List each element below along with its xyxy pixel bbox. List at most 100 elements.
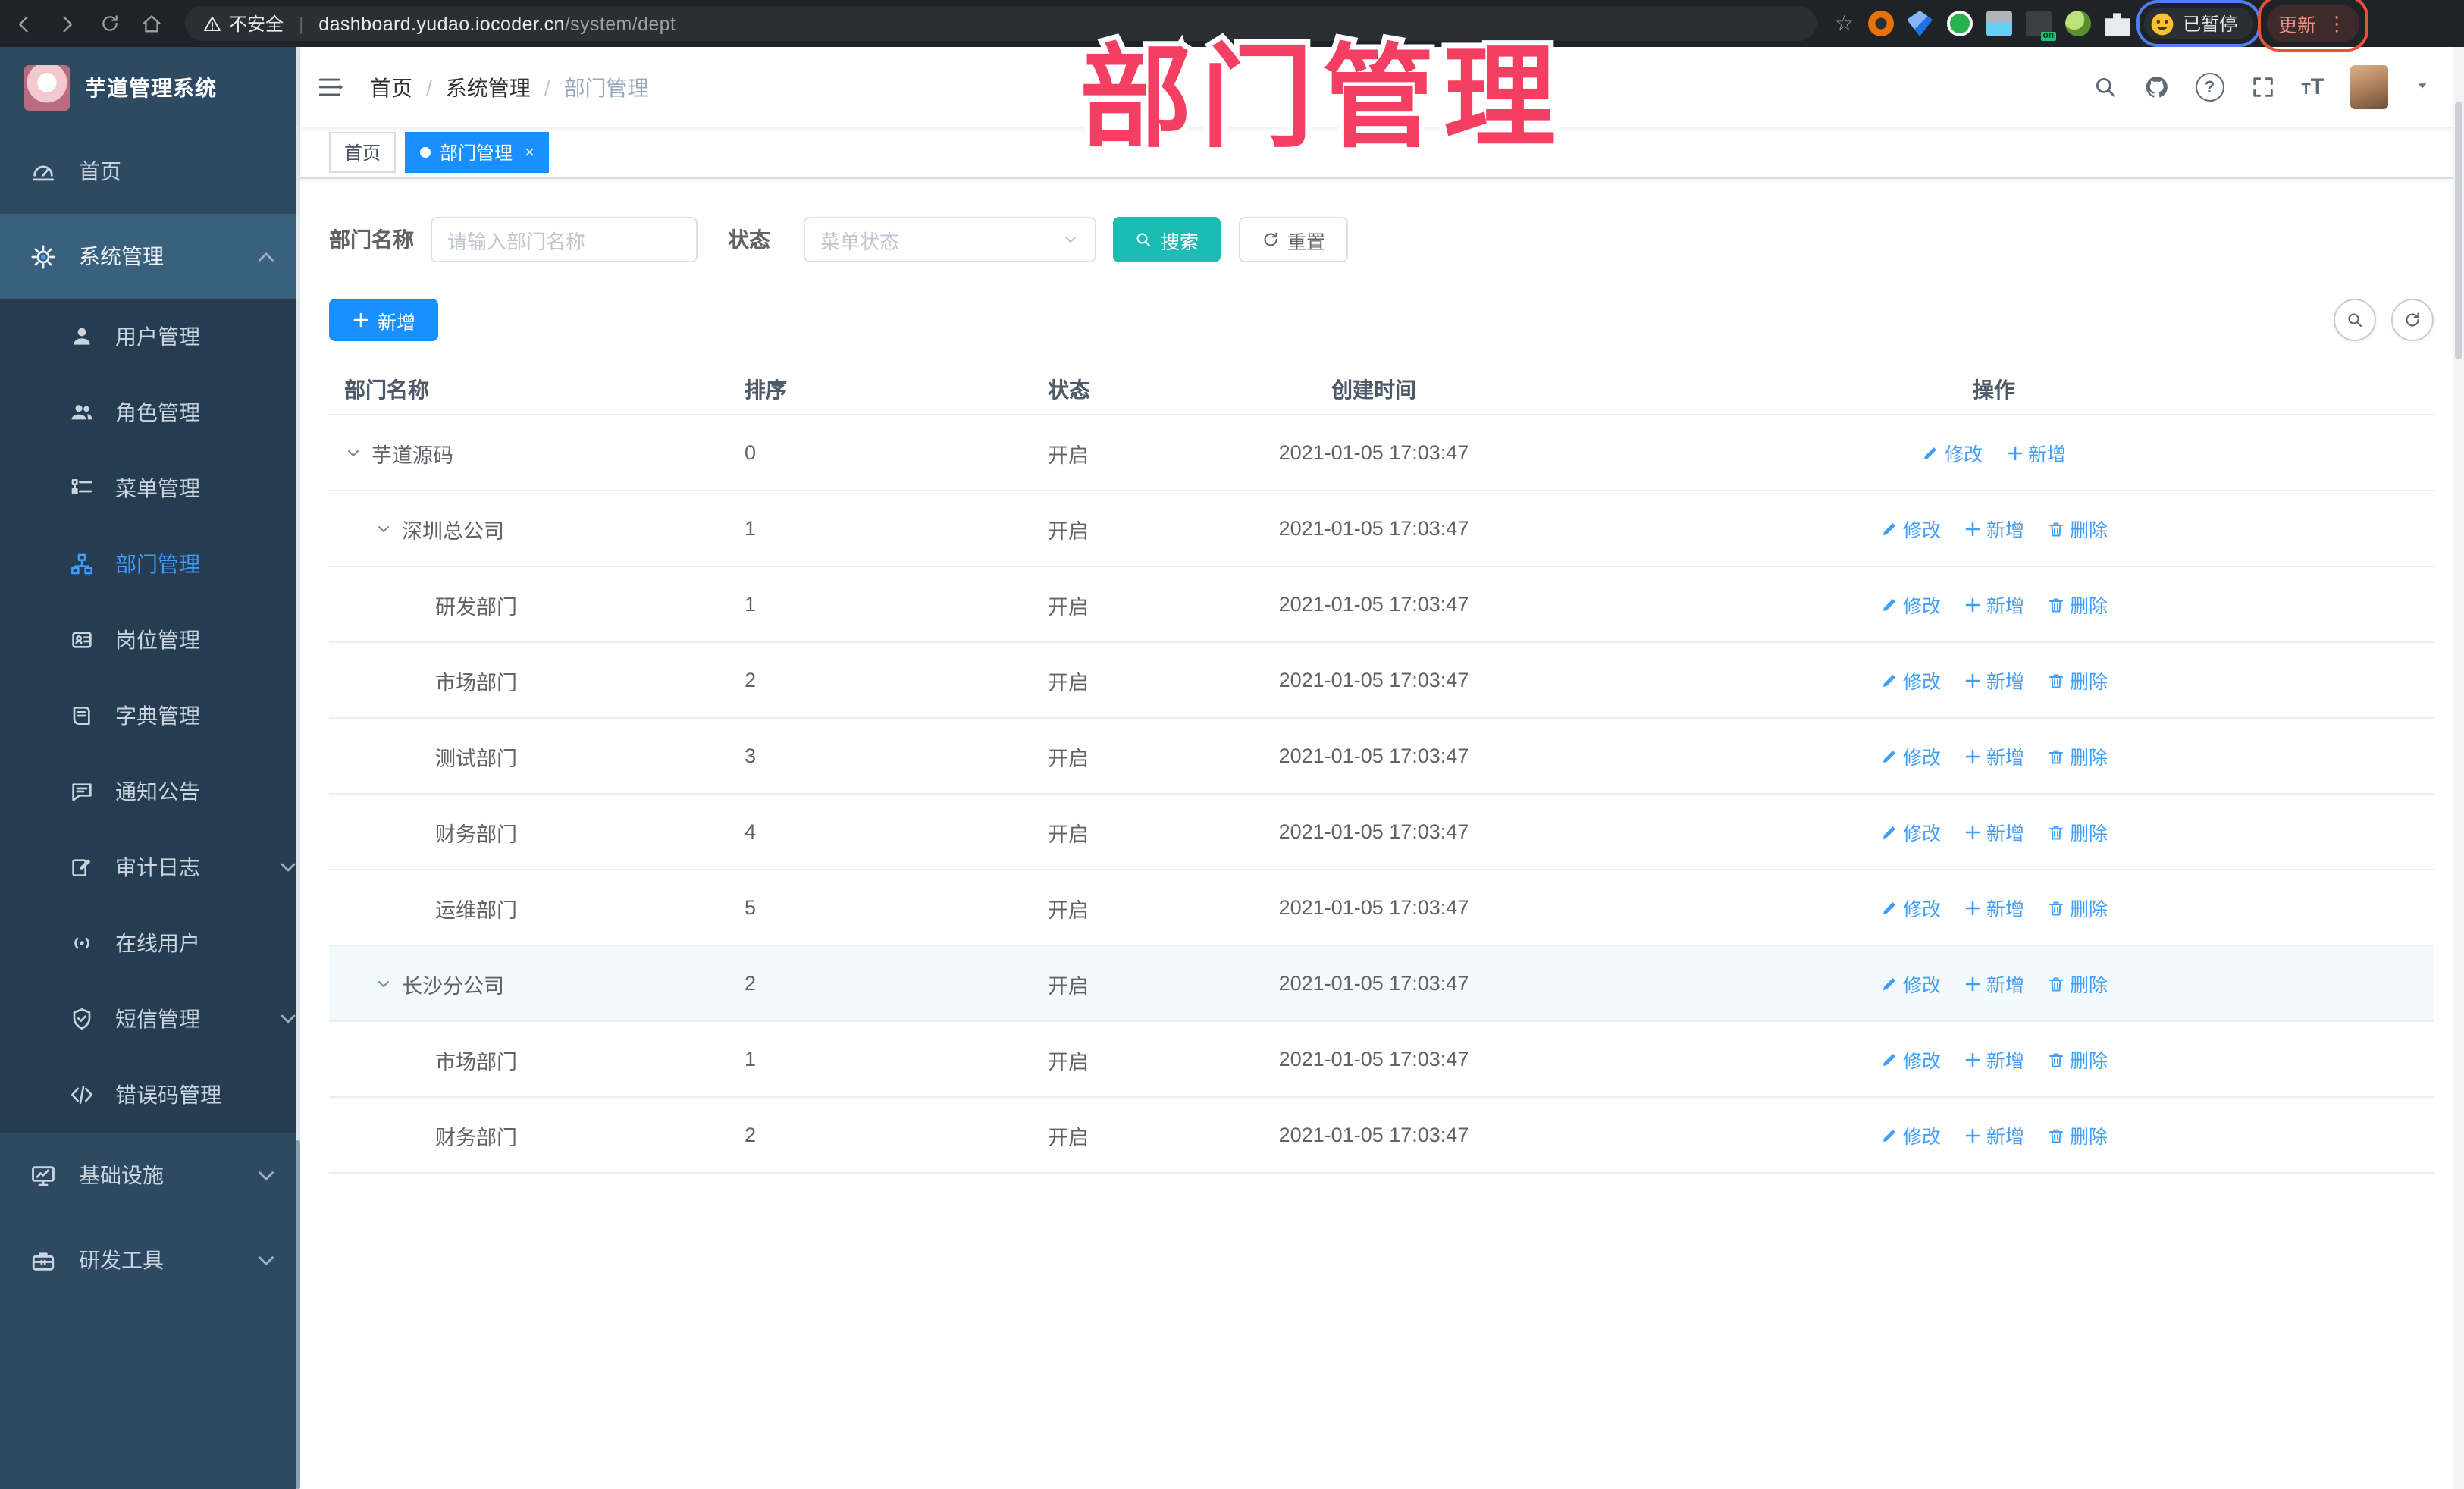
- sidebar-item-字典管理[interactable]: 字典管理: [0, 678, 300, 754]
- refresh-table-button[interactable]: [2391, 299, 2434, 341]
- sidebar-item-系统管理[interactable]: 系统管理: [0, 214, 300, 299]
- help-icon[interactable]: ?: [2195, 73, 2224, 102]
- dept-name: 市场部门: [435, 1050, 517, 1073]
- column-header-创建时间: 创建时间: [1331, 377, 1416, 401]
- app-header: 首页 / 系统管理 / 部门管理 ? TT: [300, 47, 2464, 127]
- row-action-删除[interactable]: 删除: [2047, 741, 2108, 770]
- row-action-删除[interactable]: 删除: [2047, 666, 2108, 694]
- close-icon[interactable]: ×: [525, 143, 534, 161]
- extension-icon-orange[interactable]: [1867, 11, 1894, 36]
- puzzle-icon[interactable]: [2104, 13, 2130, 36]
- row-action-新增[interactable]: 新增: [1964, 514, 2024, 543]
- row-action-新增[interactable]: 新增: [1964, 893, 2024, 922]
- row-action-删除[interactable]: 删除: [2047, 514, 2108, 543]
- github-icon[interactable]: [2143, 74, 2169, 100]
- sidebar-item-审计日志[interactable]: 审计日志: [0, 829, 300, 905]
- sidebar-item-用户管理[interactable]: 用户管理: [0, 299, 300, 375]
- extension-icon-green-circle[interactable]: [1946, 11, 1973, 36]
- security-warning[interactable]: 不安全: [203, 11, 284, 36]
- sidebar-item-部门管理[interactable]: 部门管理: [0, 526, 300, 602]
- row-action-新增[interactable]: 新增: [2005, 438, 2066, 467]
- kebab-icon[interactable]: ⋮: [2327, 14, 2346, 33]
- forward-icon[interactable]: [49, 5, 85, 42]
- update-button-label: 更新: [2278, 15, 2317, 36]
- reload-icon[interactable]: [91, 5, 127, 42]
- sidebar-item-在线用户[interactable]: 在线用户: [0, 905, 300, 981]
- row-action-删除[interactable]: 删除: [2047, 817, 2108, 846]
- tab-首页[interactable]: 首页: [329, 132, 397, 173]
- status-cell: 开启: [1048, 671, 1089, 694]
- add-button[interactable]: 新增: [329, 299, 438, 341]
- search-button[interactable]: 搜索: [1113, 217, 1221, 262]
- dashboard-icon: [30, 158, 56, 184]
- sidebar-item-通知公告[interactable]: 通知公告: [0, 754, 300, 829]
- hamburger-icon[interactable]: [300, 74, 358, 100]
- font-size-icon[interactable]: TT: [2301, 74, 2324, 100]
- filter-form: 部门名称 请输入部门名称 状态 菜单状态 搜索 重置: [329, 217, 2434, 262]
- tab-label: 部门管理: [440, 143, 513, 164]
- row-action-修改[interactable]: 修改: [1880, 666, 1941, 694]
- row-action-修改[interactable]: 修改: [1880, 741, 1941, 770]
- row-action-修改[interactable]: 修改: [1880, 969, 1941, 998]
- tab-部门管理[interactable]: 部门管理 ×: [405, 132, 550, 173]
- home-icon[interactable]: [133, 5, 170, 42]
- row-action-修改[interactable]: 修改: [1880, 1045, 1941, 1074]
- fullscreen-icon[interactable]: [2249, 74, 2275, 100]
- app-logo-row[interactable]: 芋道管理系统: [0, 47, 300, 129]
- breadcrumb-item-系统管理[interactable]: 系统管理: [446, 72, 531, 102]
- app-title: 芋道管理系统: [85, 76, 217, 100]
- row-action-新增[interactable]: 新增: [1964, 969, 2024, 998]
- star-icon[interactable]: ☆: [1835, 11, 1854, 36]
- breadcrumb-item-首页[interactable]: 首页: [370, 72, 412, 102]
- row-action-修改[interactable]: 修改: [1922, 438, 1983, 467]
- row-action-删除[interactable]: 删除: [2047, 1045, 2108, 1074]
- row-action-修改[interactable]: 修改: [1880, 590, 1941, 619]
- sidebar-item-研发工具[interactable]: 研发工具: [0, 1218, 300, 1302]
- url-bar[interactable]: 不安全 | dashboard.yudao.iocoder.cn/system/…: [185, 6, 1817, 41]
- extension-icon-blue-gem[interactable]: [1907, 11, 1933, 36]
- row-action-修改[interactable]: 修改: [1880, 514, 1941, 543]
- row-action-删除[interactable]: 删除: [2047, 590, 2108, 619]
- status-cell: 开启: [1048, 444, 1089, 466]
- row-action-新增[interactable]: 新增: [1964, 1045, 2024, 1074]
- extension-icon-key[interactable]: [2064, 11, 2091, 36]
- sidebar-item-首页[interactable]: 首页: [0, 129, 300, 214]
- sort-cell: 0: [745, 441, 757, 464]
- page-scrollbar[interactable]: [2453, 47, 2464, 1489]
- dept-name: 财务部门: [435, 1126, 517, 1149]
- sidebar-item-基础设施[interactable]: 基础设施: [0, 1133, 300, 1218]
- row-action-新增[interactable]: 新增: [1964, 817, 2024, 846]
- plus-icon: [1964, 595, 1982, 613]
- row-action-新增[interactable]: 新增: [1964, 741, 2024, 770]
- status-select[interactable]: 菜单状态: [804, 217, 1096, 262]
- row-action-新增[interactable]: 新增: [1964, 1121, 2024, 1149]
- user-avatar[interactable]: [2350, 65, 2388, 109]
- row-action-修改[interactable]: 修改: [1880, 817, 1941, 846]
- row-action-删除[interactable]: 删除: [2047, 1121, 2108, 1149]
- back-icon[interactable]: [6, 5, 42, 42]
- reset-button[interactable]: 重置: [1239, 217, 1348, 262]
- dept-name-input[interactable]: 请输入部门名称: [431, 217, 698, 262]
- sidebar-item-角色管理[interactable]: 角色管理: [0, 375, 300, 450]
- row-action-新增[interactable]: 新增: [1964, 590, 2024, 619]
- row-action-删除[interactable]: 删除: [2047, 893, 2108, 922]
- extension-icon-tampermonkey[interactable]: on: [2025, 11, 2056, 41]
- row-action-新增[interactable]: 新增: [1964, 666, 2024, 694]
- row-action-修改[interactable]: 修改: [1880, 893, 1941, 922]
- caret-down-icon[interactable]: [2414, 77, 2431, 98]
- app-root: 不安全 | dashboard.yudao.iocoder.cn/system/…: [0, 0, 2464, 1489]
- sidebar-scrollbar[interactable]: [296, 47, 300, 1489]
- search-icon[interactable]: [2092, 74, 2118, 100]
- url-text[interactable]: dashboard.yudao.iocoder.cn/system/dept: [318, 13, 676, 34]
- row-action-修改[interactable]: 修改: [1880, 1121, 1941, 1149]
- sidebar-item-菜单管理[interactable]: 菜单管理: [0, 450, 300, 526]
- row-action-删除[interactable]: 删除: [2047, 969, 2108, 998]
- extension-icon-grid[interactable]: [1986, 11, 2012, 36]
- sidebar-item-短信管理[interactable]: 短信管理: [0, 981, 300, 1057]
- update-button[interactable]: 更新 ⋮: [2257, 0, 2368, 52]
- table-row: 长沙分公司 2 开启 2021-01-05 17:03:47 修改 新增 删除: [329, 946, 2434, 1022]
- toggle-search-button[interactable]: [2334, 299, 2376, 341]
- sidebar-item-岗位管理[interactable]: 岗位管理: [0, 602, 300, 678]
- sidebar-item-错误码管理[interactable]: 错误码管理: [0, 1057, 300, 1133]
- profile-chip[interactable]: 已暂停: [2136, 0, 2261, 47]
